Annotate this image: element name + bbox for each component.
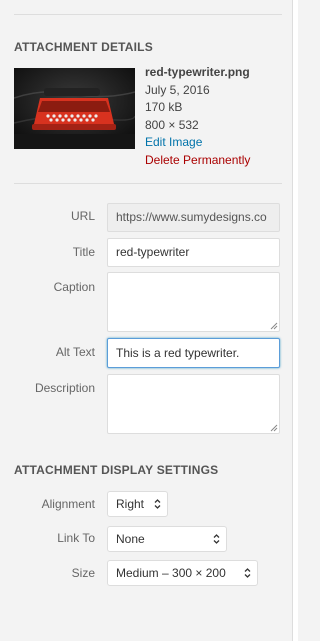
description-textarea[interactable] [107,374,280,434]
attachment-details-heading: ATTACHMENT DETAILS [14,40,153,54]
delete-permanently-link[interactable]: Delete Permanently [145,152,285,170]
alt-text-field[interactable]: This is a red typewriter. [107,338,280,368]
description-label: Description [34,381,95,395]
caption-textarea[interactable] [107,272,280,332]
alignment-label: Alignment [41,497,95,511]
caption-label: Caption [53,280,95,294]
up-down-chevron-icon [154,499,161,509]
up-down-chevron-icon [213,534,220,544]
attachment-filesize: 170 kB [145,100,183,115]
edit-image-link[interactable]: Edit Image [145,134,285,152]
top-divider [14,14,282,15]
size-select[interactable]: Medium – 300 × 200 [107,560,258,586]
attachment-date: July 5, 2016 [145,82,210,97]
resize-grip-icon[interactable] [270,322,278,330]
size-value: Medium – 300 × 200 [116,566,226,580]
alignment-value: Right [116,497,145,511]
size-label: Size [71,566,95,580]
alignment-select[interactable]: Right [107,491,168,517]
attachment-details-sidebar: ATTACHMENT DETAILS red-typewriter.png Ju… [0,0,297,641]
attachment-meta: red-typewriter.png July 5, 2016 170 kB 8… [145,64,285,170]
panel-edge [292,0,298,641]
link-to-select[interactable]: None [107,526,227,552]
link-to-value: None [116,532,145,546]
display-settings-heading: ATTACHMENT DISPLAY SETTINGS [14,463,219,477]
section-divider [14,183,282,184]
resize-grip-icon[interactable] [270,424,278,432]
attachment-filename: red-typewriter.png [145,65,250,79]
alt-text-label: Alt Text [55,345,95,359]
link-to-label: Link To [57,531,95,545]
up-down-chevron-icon [244,568,251,578]
url-field[interactable]: https://www.sumydesigns.co [107,203,280,232]
title-field[interactable]: red-typewriter [107,238,280,267]
url-label: URL [70,209,95,223]
title-label: Title [72,245,95,259]
attachment-dimensions: 800 × 532 [145,117,199,132]
attachment-thumbnail[interactable] [14,68,135,149]
